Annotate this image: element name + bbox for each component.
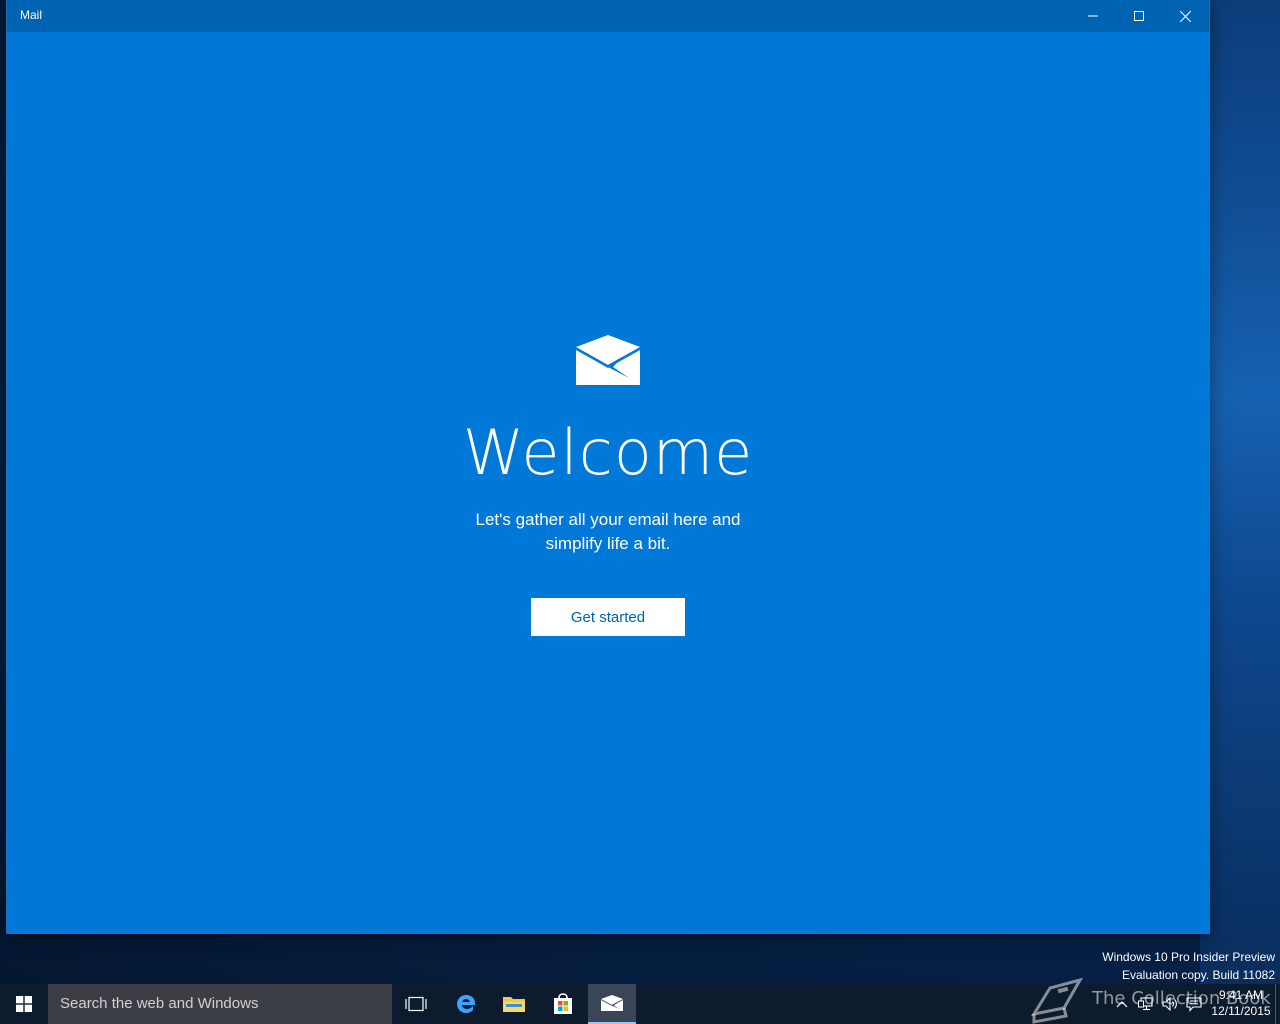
mail-logo-icon	[576, 335, 640, 385]
store-icon	[554, 993, 572, 1014]
subtitle-line-2: simplify life a bit.	[545, 534, 671, 553]
search-placeholder: Search the web and Windows	[60, 995, 259, 1012]
taskbar-clock[interactable]: 9:41 AM 12/11/2015	[1208, 987, 1274, 1019]
action-center-icon	[1186, 996, 1202, 1012]
maximize-button[interactable]	[1116, 0, 1162, 32]
network-icon	[1138, 997, 1153, 1011]
desktop-wallpaper	[1200, 0, 1280, 984]
mail-icon	[601, 995, 623, 1011]
close-button[interactable]	[1162, 0, 1208, 32]
build-watermark-line-1: Windows 10 Pro Insider Preview	[1102, 950, 1275, 964]
subtitle-line-1: Let's gather all your email here and	[475, 510, 741, 529]
welcome-subtitle: Let's gather all your email here and sim…	[458, 508, 758, 556]
taskbar: Search the web and Windows The Collectio…	[0, 977, 1280, 1024]
title-bar[interactable]: Mail	[7, 0, 1209, 32]
volume-tray-button[interactable]	[1160, 994, 1180, 1014]
get-started-button[interactable]: Get started	[531, 598, 685, 636]
start-button[interactable]	[0, 984, 48, 1024]
minimize-button[interactable]	[1070, 0, 1116, 32]
welcome-heading: Welcome	[462, 416, 754, 489]
build-watermark-line-2: Evaluation copy. Build 11082	[1122, 968, 1275, 982]
taskbar-search-box[interactable]: Search the web and Windows	[48, 984, 392, 1024]
window-title: Mail	[20, 8, 43, 22]
welcome-screen: Welcome Let's gather all your email here…	[7, 32, 1209, 933]
network-tray-button[interactable]	[1136, 994, 1156, 1014]
task-view-icon	[405, 996, 427, 1012]
mail-taskbar-button[interactable]	[588, 984, 636, 1024]
show-hidden-icons-button[interactable]	[1112, 994, 1132, 1014]
store-taskbar-button[interactable]	[539, 984, 587, 1024]
edge-icon	[457, 995, 475, 1013]
action-center-button[interactable]	[1184, 994, 1204, 1014]
maximize-icon	[1134, 11, 1144, 21]
close-icon	[1179, 10, 1191, 22]
mail-window: Mail Welcome Let's gather all your email…	[7, 0, 1209, 933]
chevron-up-icon	[1116, 1001, 1128, 1008]
volume-icon	[1162, 997, 1177, 1011]
minimize-icon	[1088, 15, 1098, 17]
clock-date: 12/11/2015	[1211, 1004, 1271, 1018]
clock-time: 9:41 AM	[1218, 988, 1264, 1002]
edge-taskbar-button[interactable]	[442, 984, 490, 1024]
task-view-button[interactable]	[392, 984, 440, 1024]
file-explorer-taskbar-button[interactable]	[490, 984, 538, 1024]
windows-logo-icon	[16, 996, 32, 1012]
show-desktop-button[interactable]	[1275, 984, 1280, 1024]
folder-icon	[503, 997, 525, 1012]
